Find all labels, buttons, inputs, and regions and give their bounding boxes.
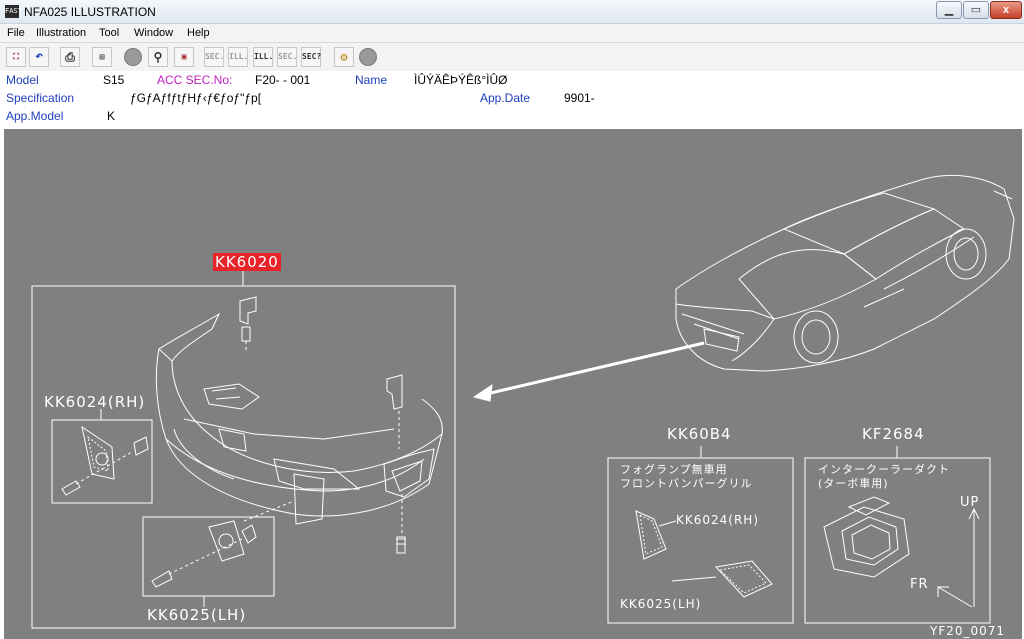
up-direction-label: UP	[960, 495, 980, 510]
minimize-button[interactable]: ▁	[936, 1, 962, 19]
menu-tool[interactable]: Tool	[99, 27, 119, 39]
print-icon[interactable]: ⎙	[60, 47, 80, 67]
model-value: S15	[103, 73, 125, 87]
ill-next-icon[interactable]: ILL.	[253, 47, 273, 67]
app-icon: FAST	[5, 5, 22, 18]
sec-prev-icon[interactable]: SEC.	[204, 47, 224, 67]
name-value: ÌÛÝÄÊÞÝÊß°ÌÛØ	[414, 73, 508, 87]
menu-bar: File Illustration Tool Window Help	[0, 24, 1024, 43]
parts-drawing	[31, 174, 1015, 629]
app-date-value: 9901-	[564, 91, 595, 105]
ill-prev-icon[interactable]: ILL.	[228, 47, 248, 67]
catalog-icon[interactable]: ▣	[174, 47, 194, 67]
toolbar: ⛶ ↶ ⎙ ▤ ⚲ ▣ SEC. ILL. ILL. SEC. SEC? ⚙	[0, 43, 1024, 71]
menu-help[interactable]: Help	[187, 27, 210, 39]
sec-next-icon[interactable]: SEC.	[277, 47, 297, 67]
info-panel: Model S15 ACC SEC.No: F20- - 001 Name ÌÛ…	[0, 71, 1024, 129]
part-number-grille[interactable]: KK60B4	[667, 425, 732, 443]
undo-icon[interactable]: ↶	[29, 47, 49, 67]
menu-window[interactable]: Window	[134, 27, 173, 39]
grille-lh-label[interactable]: KK6025(LH)	[620, 597, 701, 611]
duct-note-2: (ターボ車用)	[818, 477, 889, 490]
grille-rh-label[interactable]: KK6024(RH)	[676, 513, 759, 527]
sec-query-icon[interactable]: SEC?	[301, 47, 321, 67]
app-date-label: App.Date	[480, 91, 531, 105]
grille-lh-drawing	[714, 560, 773, 598]
maximize-button[interactable]: ▭	[963, 1, 989, 19]
record-icon[interactable]	[124, 48, 142, 66]
record-icon[interactable]	[359, 48, 377, 66]
menu-illustration[interactable]: Illustration	[36, 27, 86, 39]
part-number-duct[interactable]: KF2684	[862, 425, 925, 443]
search-icon[interactable]: ⚲	[148, 47, 168, 67]
title-bar: FAST NFA025 ILLUSTRATION ▁ ▭ x	[0, 0, 1024, 24]
specification-value: ƒGƒAƒfƒtƒHƒ‹ƒ€ƒoƒ"ƒp[	[130, 91, 262, 105]
car-drawing	[675, 174, 1015, 372]
acc-sec-label: ACC SEC.No:	[157, 73, 233, 87]
part-number-lh[interactable]: KK6025(LH)	[147, 606, 246, 624]
close-button[interactable]: x	[990, 1, 1022, 19]
figure-code: YF20_0071	[930, 624, 1006, 638]
app-model-label: App.Model	[6, 109, 64, 123]
help-icon[interactable]: ⚙	[334, 47, 354, 67]
main-part-frame	[31, 285, 456, 629]
duct-drawing	[823, 506, 910, 578]
specification-label: Specification	[6, 91, 75, 105]
name-label: Name	[355, 73, 388, 87]
app-model-value: K	[107, 109, 116, 123]
model-label: Model	[6, 73, 39, 87]
rh-detail-frame	[51, 419, 153, 504]
menu-file[interactable]: File	[7, 27, 25, 39]
grille-note-2: フロントバンパーグリル	[620, 477, 753, 490]
part-number-main[interactable]: KK6020	[213, 253, 281, 271]
illustration-canvas[interactable]: KK6020 KK6024(RH) KK6025(LH) KK60B4 フォグラ…	[4, 129, 1022, 639]
acc-sec-value: F20- - 001	[255, 73, 311, 87]
fr-direction-label: FR	[910, 577, 929, 592]
part-number-rh[interactable]: KK6024(RH)	[44, 393, 145, 411]
sec-icon[interactable]: ▤	[92, 47, 112, 67]
exit-icon[interactable]: ⛶	[6, 47, 26, 67]
window-title: NFA025 ILLUSTRATION	[24, 5, 156, 19]
